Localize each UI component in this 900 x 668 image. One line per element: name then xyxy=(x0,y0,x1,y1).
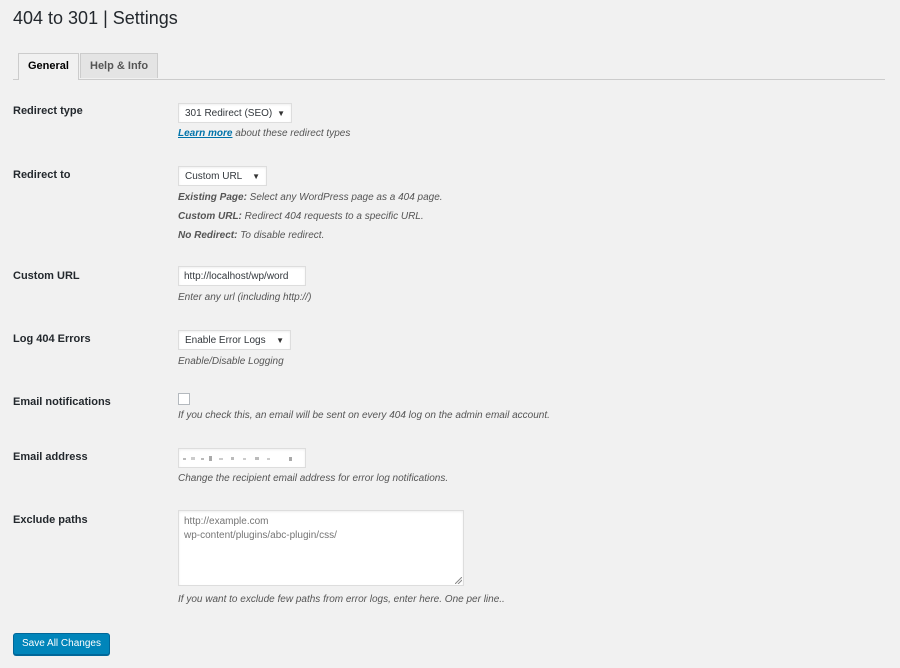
log-errors-label: Log 404 Errors xyxy=(13,333,91,345)
email-notifications-description: If you check this, an email will be sent… xyxy=(178,410,550,421)
redirect-to-select[interactable]: Custom URL ▼ xyxy=(178,166,267,186)
select-arrow-icon: ▼ xyxy=(252,172,260,181)
redirect-to-value: Custom URL xyxy=(185,171,243,182)
option-term: Existing Page: xyxy=(178,192,247,203)
redirect-option-existing-page: Existing Page: Select any WordPress page… xyxy=(178,192,443,203)
resize-grip-icon[interactable] xyxy=(455,577,462,584)
exclude-paths-textarea[interactable] xyxy=(178,510,464,586)
exclude-paths-label: Exclude paths xyxy=(13,514,88,526)
option-text: Select any WordPress page as a 404 page. xyxy=(246,192,443,203)
redirect-type-select[interactable]: 301 Redirect (SEO) ▼ xyxy=(178,103,292,123)
settings-tabs: General Help & Info xyxy=(13,53,885,80)
select-arrow-icon: ▼ xyxy=(276,336,284,345)
log-errors-value: Enable Error Logs xyxy=(185,335,266,346)
option-text: Redirect 404 requests to a specific URL. xyxy=(241,211,424,222)
option-term: No Redirect: xyxy=(178,230,238,241)
redirect-type-value: 301 Redirect (SEO) xyxy=(185,108,273,119)
option-text: To disable redirect. xyxy=(237,230,325,241)
email-notifications-label: Email notifications xyxy=(13,396,111,408)
email-address-description: Change the recipient email address for e… xyxy=(178,473,449,484)
exclude-paths-description: If you want to exclude few paths from er… xyxy=(178,594,505,605)
save-all-changes-button[interactable]: Save All Changes xyxy=(13,633,110,655)
email-address-label: Email address xyxy=(13,451,88,463)
redirect-option-custom-url: Custom URL: Redirect 404 requests to a s… xyxy=(178,211,424,222)
custom-url-input[interactable] xyxy=(178,266,306,286)
option-term: Custom URL: xyxy=(178,211,242,222)
redirect-option-no-redirect: No Redirect: To disable redirect. xyxy=(178,230,324,241)
redacted-email-value xyxy=(183,456,292,461)
tab-help-info[interactable]: Help & Info xyxy=(80,53,159,78)
log-errors-description: Enable/Disable Logging xyxy=(178,356,284,367)
custom-url-label: Custom URL xyxy=(13,270,80,282)
custom-url-description: Enter any url (including http://) xyxy=(178,292,312,303)
redirect-type-label: Redirect type xyxy=(13,105,83,117)
tab-general[interactable]: General xyxy=(18,53,79,80)
select-arrow-icon: ▼ xyxy=(277,109,285,118)
redirect-type-description: Learn more about these redirect types xyxy=(178,128,350,139)
redirect-to-label: Redirect to xyxy=(13,169,71,181)
log-errors-select[interactable]: Enable Error Logs ▼ xyxy=(178,330,291,350)
redirect-type-desc-text: about these redirect types xyxy=(232,128,351,139)
page-title: 404 to 301 | Settings xyxy=(13,8,178,28)
email-notifications-checkbox[interactable] xyxy=(178,393,190,405)
learn-more-link[interactable]: Learn more xyxy=(178,128,232,139)
